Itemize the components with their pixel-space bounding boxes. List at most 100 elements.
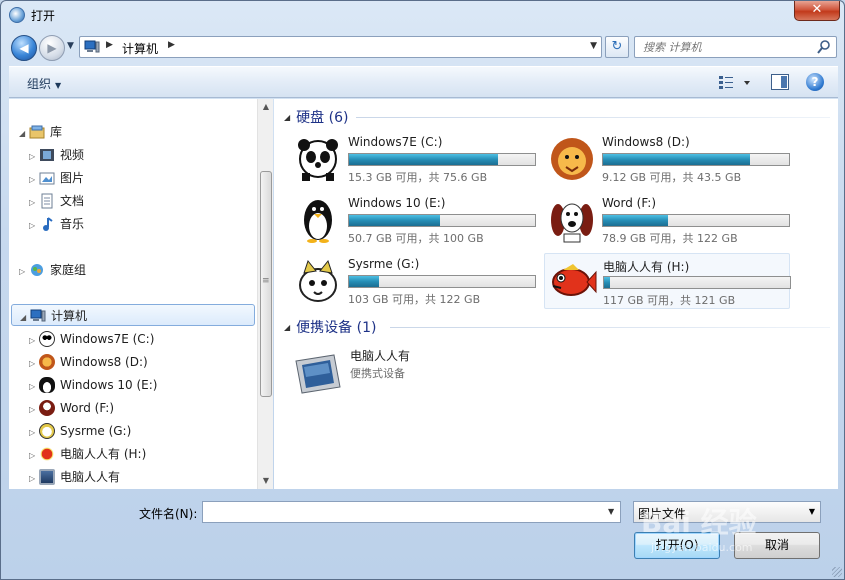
tree-expanded-icon[interactable]: ◢ bbox=[19, 123, 29, 145]
drive-name: Windows7E (C:) bbox=[348, 135, 443, 149]
group-divider bbox=[356, 117, 830, 118]
tree-collapsed-icon[interactable]: ▷ bbox=[29, 330, 39, 352]
tree-collapsed-icon[interactable]: ▷ bbox=[29, 422, 39, 444]
hard-disks-group-header[interactable]: ◢ 硬盘 (6) bbox=[284, 107, 348, 127]
forward-button[interactable]: ▶ bbox=[39, 35, 65, 61]
group-divider bbox=[390, 327, 830, 328]
drive-item[interactable]: Sysrme (G:) 103 GB 可用，共 122 GB bbox=[290, 253, 536, 309]
tree-expanded-icon[interactable]: ◢ bbox=[20, 307, 30, 329]
scroll-down-icon[interactable]: ▼ bbox=[258, 473, 274, 489]
tree-collapsed-icon[interactable]: ▷ bbox=[19, 261, 29, 283]
panda-icon bbox=[298, 139, 338, 181]
tree-collapsed-icon[interactable]: ▷ bbox=[29, 445, 39, 467]
tree-item-drive-e[interactable]: ▷ Windows 10 (E:) bbox=[29, 374, 157, 396]
scrollbar-thumb[interactable] bbox=[260, 171, 272, 397]
portable-device-icon bbox=[295, 354, 341, 394]
drive-item[interactable]: Windows7E (C:) 15.3 GB 可用，共 75.6 GB bbox=[290, 131, 536, 187]
breadcrumb-separator-icon[interactable]: ▶ bbox=[106, 40, 113, 50]
cancel-button[interactable]: 取消 bbox=[734, 532, 820, 559]
breadcrumb-chevron-icon[interactable]: ▶ bbox=[168, 40, 175, 50]
search-icon[interactable] bbox=[817, 39, 831, 55]
address-dropdown-icon[interactable]: ▼ bbox=[590, 41, 597, 51]
tree-label: 图片 bbox=[60, 171, 85, 185]
tree-label: 视频 bbox=[60, 148, 85, 162]
drive-item[interactable]: 电脑人人有 (H:) 117 GB 可用，共 121 GB bbox=[544, 253, 791, 309]
search-box[interactable] bbox=[634, 36, 837, 58]
tree-label: 库 bbox=[50, 125, 63, 139]
tree-collapsed-icon[interactable]: ▷ bbox=[29, 192, 39, 214]
panda-icon bbox=[39, 331, 55, 347]
address-bar[interactable]: ▶ 计算机 ▶ ▼ bbox=[79, 36, 602, 58]
computer-icon bbox=[30, 309, 46, 322]
navigation-scrollbar[interactable]: ▲ ▼ bbox=[257, 99, 273, 489]
filename-input[interactable] bbox=[202, 501, 621, 523]
tree-item-drive-h[interactable]: ▷ 电脑人人有 (H:) bbox=[29, 443, 146, 465]
scroll-up-icon[interactable]: ▲ bbox=[258, 99, 274, 115]
tree-item-pictures[interactable]: ▷ 图片 bbox=[29, 167, 84, 189]
tree-collapsed-icon[interactable]: ▷ bbox=[29, 468, 39, 490]
command-bar: 组织 ▼ ? bbox=[9, 66, 838, 98]
recent-pages-dropdown-icon[interactable]: ▼ bbox=[67, 41, 74, 51]
back-button[interactable]: ◀ bbox=[11, 35, 37, 61]
tree-label: Windows 10 (E:) bbox=[60, 378, 158, 392]
tree-item-drive-c[interactable]: ▷ Windows7E (C:) bbox=[29, 328, 154, 350]
refresh-button[interactable]: ↻ bbox=[605, 36, 629, 58]
dialog-title: 打开 bbox=[31, 9, 56, 23]
drive-space-info: 78.9 GB 可用，共 122 GB bbox=[602, 232, 738, 245]
dog-icon bbox=[39, 400, 55, 416]
portable-devices-group-header[interactable]: ◢ 便携设备 (1) bbox=[284, 317, 376, 337]
portable-device-icon bbox=[39, 469, 55, 485]
file-type-select[interactable]: 图片文件 ▼ bbox=[633, 501, 821, 523]
tree-label: Sysrme (G:) bbox=[60, 424, 132, 438]
open-button[interactable]: 打开(O) bbox=[634, 532, 720, 559]
drive-space-info: 50.7 GB 可用，共 100 GB bbox=[348, 232, 484, 245]
preview-pane-button[interactable] bbox=[771, 74, 789, 90]
tree-collapsed-icon[interactable]: ▷ bbox=[29, 146, 39, 168]
tree-item-drive-d[interactable]: ▷ Windows8 (D:) bbox=[29, 351, 148, 373]
tree-item-drive-f[interactable]: ▷ Word (F:) bbox=[29, 397, 114, 419]
tree-collapsed-icon[interactable]: ▷ bbox=[29, 376, 39, 398]
group-collapse-icon[interactable]: ◢ bbox=[284, 323, 290, 332]
title-bar: 打开 ✕ bbox=[1, 1, 844, 31]
organize-label: 组织 bbox=[27, 77, 52, 91]
tree-collapsed-icon[interactable]: ▷ bbox=[29, 169, 39, 191]
close-button[interactable]: ✕ bbox=[794, 1, 840, 21]
organize-menu-button[interactable]: 组织 ▼ bbox=[27, 75, 61, 92]
chevron-down-icon: ▼ bbox=[808, 507, 815, 516]
drive-space-info: 9.12 GB 可用，共 43.5 GB bbox=[602, 171, 742, 184]
tree-item-portable-device[interactable]: ▷ 电脑人人有 bbox=[29, 466, 120, 488]
tree-collapsed-icon[interactable]: ▷ bbox=[29, 215, 39, 237]
resize-grip[interactable] bbox=[832, 567, 842, 577]
help-button[interactable]: ? bbox=[806, 73, 824, 91]
fish-icon bbox=[39, 446, 55, 462]
drive-usage-bar bbox=[348, 214, 536, 227]
tree-item-documents[interactable]: ▷ 文档 bbox=[29, 190, 84, 212]
breadcrumb-computer[interactable]: 计算机 bbox=[122, 40, 158, 57]
filename-dropdown-icon[interactable]: ▼ bbox=[608, 507, 614, 516]
portable-device-item[interactable]: 电脑人人有 便携式设备 bbox=[290, 343, 536, 394]
filename-label: 文件名(N): bbox=[139, 507, 198, 521]
video-icon bbox=[40, 149, 54, 161]
drive-name: Sysrme (G:) bbox=[348, 257, 420, 271]
drive-usage-fill bbox=[349, 276, 379, 287]
lion-icon bbox=[39, 354, 55, 370]
tree-item-music[interactable]: ▷ 音乐 bbox=[29, 213, 84, 235]
tree-item-homegroup[interactable]: ▷ 家庭组 bbox=[19, 259, 86, 281]
drive-item[interactable]: Windows8 (D:) 9.12 GB 可用，共 43.5 GB bbox=[544, 131, 790, 187]
tree-collapsed-icon[interactable]: ▷ bbox=[29, 399, 39, 421]
drive-name: Word (F:) bbox=[602, 196, 657, 210]
change-view-button[interactable] bbox=[717, 74, 753, 92]
tree-item-computer[interactable]: ◢ 计算机 bbox=[11, 304, 255, 326]
fish-icon bbox=[552, 264, 597, 296]
tree-item-libraries[interactable]: ◢ 库 bbox=[19, 121, 62, 143]
search-input[interactable] bbox=[641, 39, 811, 55]
tree-item-drive-g[interactable]: ▷ Sysrme (G:) bbox=[29, 420, 131, 442]
drive-item[interactable]: Windows 10 (E:) 50.7 GB 可用，共 100 GB bbox=[290, 192, 536, 248]
drive-item[interactable]: Word (F:) 78.9 GB 可用，共 122 GB bbox=[544, 192, 790, 248]
group-collapse-icon[interactable]: ◢ bbox=[284, 113, 290, 122]
tree-item-videos[interactable]: ▷ 视频 bbox=[29, 144, 84, 166]
drive-usage-bar bbox=[348, 275, 536, 288]
tree-label: 音乐 bbox=[60, 217, 85, 231]
drive-usage-fill bbox=[349, 154, 498, 165]
tree-collapsed-icon[interactable]: ▷ bbox=[29, 353, 39, 375]
